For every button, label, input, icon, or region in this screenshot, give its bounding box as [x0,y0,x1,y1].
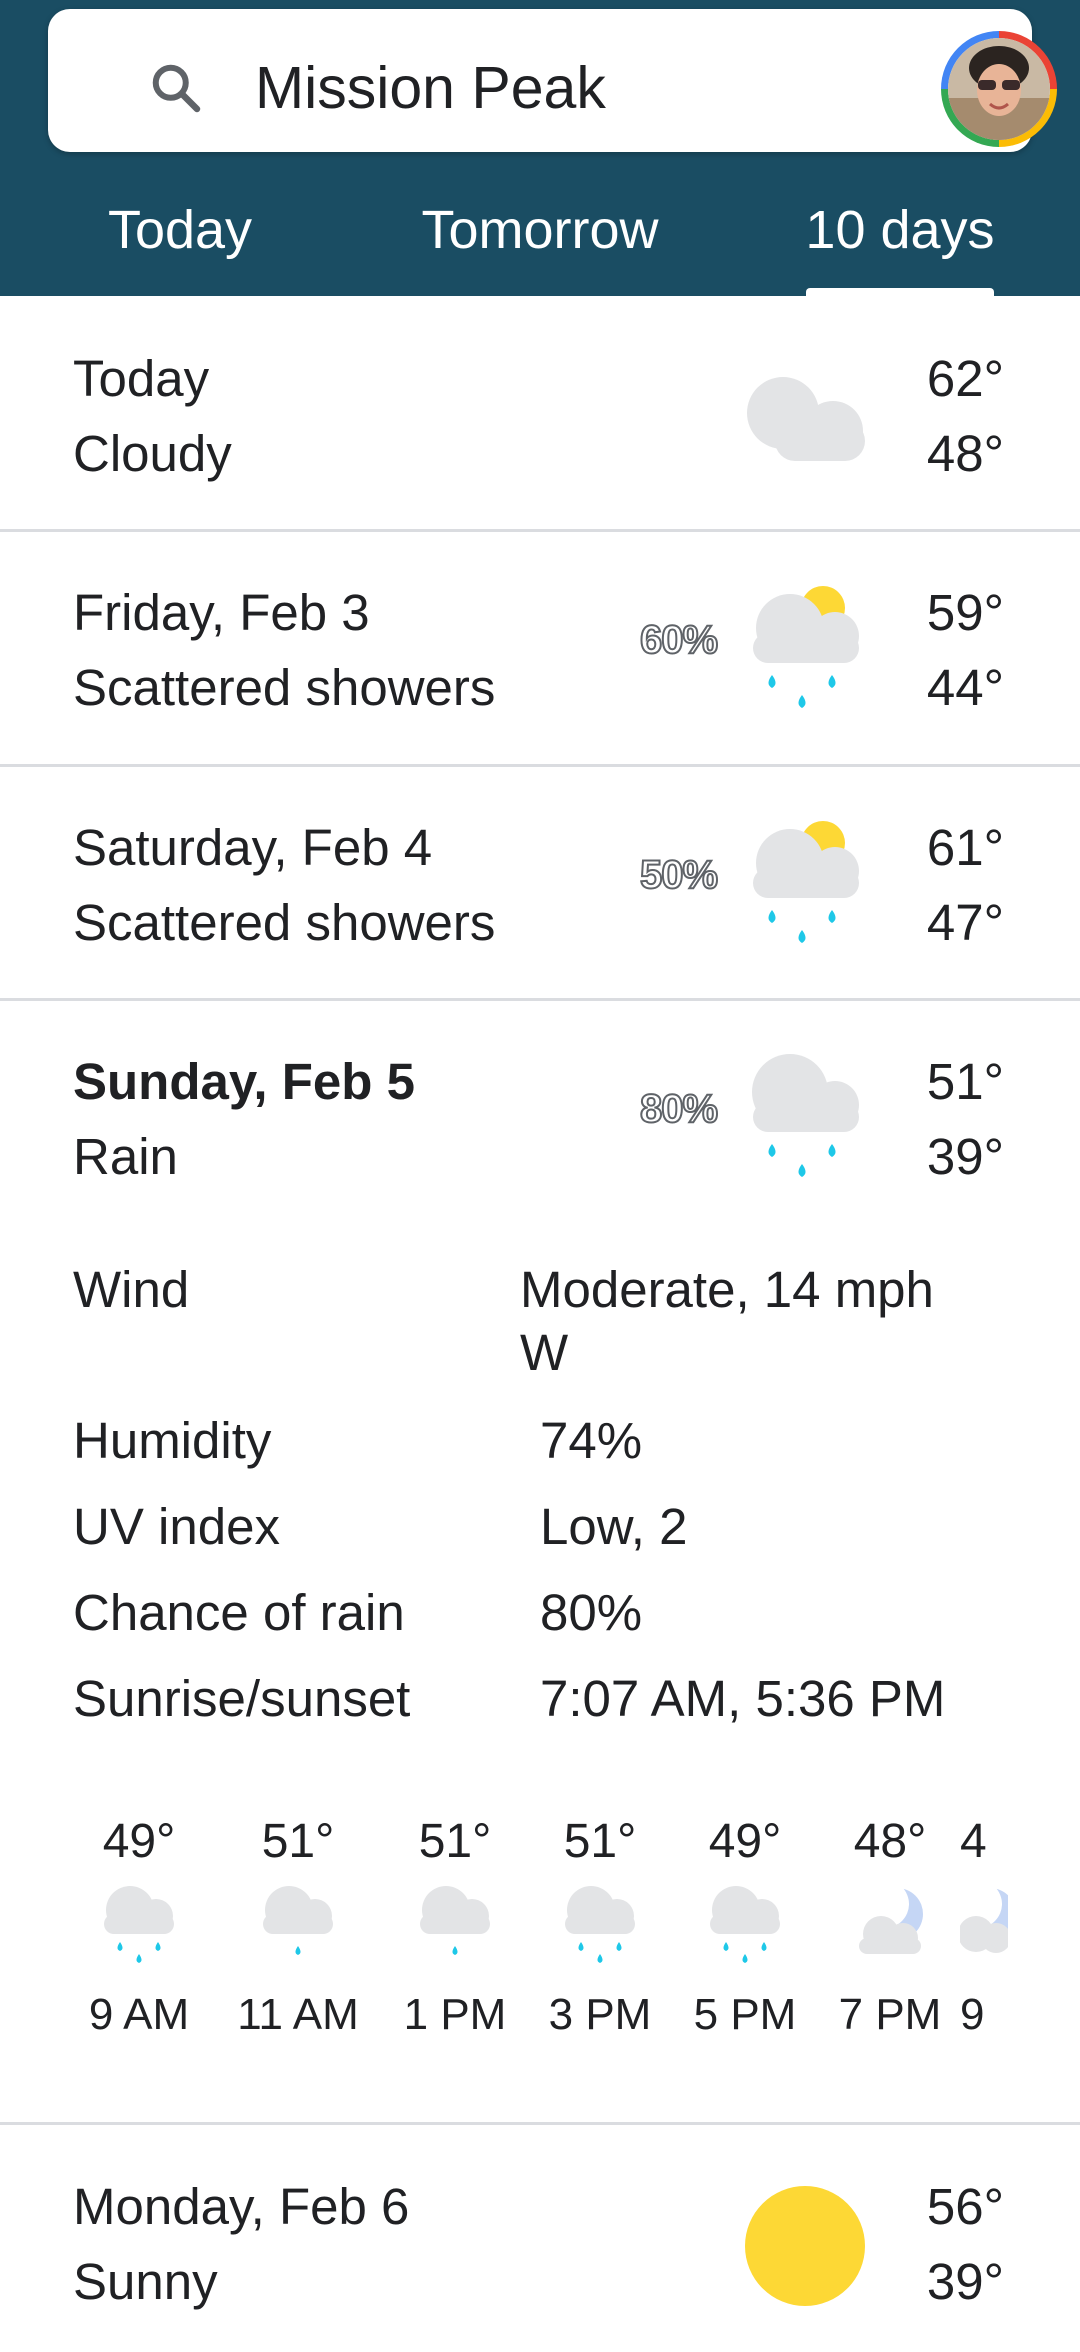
hour-temp: 4 [960,1815,987,1868]
search-input[interactable]: Mission Peak [255,49,606,127]
partly-cloudy-night-icon [859,1880,923,1954]
hour-time: 7 PM [838,1990,942,2039]
rain-icon [104,1886,174,1963]
hour-temp: 48° [853,1815,927,1868]
wind-label: Wind [73,1261,190,1318]
tab-bar: Today Tomorrow 10 days [0,180,1080,296]
humidity-value: 74% [540,1412,643,1469]
partly-cloudy-night-icon [954,1880,1008,1953]
divider [0,2122,1080,2125]
profile-photo [948,38,1050,140]
divider [0,998,1080,1001]
high-temp: 56° [926,2178,1004,2235]
low-temp: 47° [926,894,1004,951]
hour-item: 49° 9 AM [64,1812,214,2045]
day-condition: Sunny [73,2253,218,2310]
hour-time: 9 [960,1990,985,2039]
low-temp: 44° [926,659,1004,716]
day-condition: Scattered showers [73,659,496,716]
tab-tomorrow[interactable]: Tomorrow [395,190,685,270]
precip-chance: 50% [639,852,719,898]
scattered-showers-icon [753,586,859,708]
tab-10-days[interactable]: 10 days [790,190,1010,270]
hour-item: 4 9 [954,1812,1008,2045]
hour-item: 51° 1 PM [380,1812,530,2045]
search-bar[interactable]: Mission Peak [48,9,1057,152]
hour-item: 51° 11 AM [223,1812,373,2045]
day-row-friday[interactable]: Friday, Feb 3 Scattered showers 60% 59° … [0,533,1080,765]
hour-temp: 49° [102,1815,176,1868]
day-name: Sunday, Feb 5 [73,1053,415,1110]
hour-time: 1 PM [403,1990,507,2039]
hour-temp: 51° [563,1815,637,1868]
low-temp: 48° [926,425,1004,482]
day-row-saturday[interactable]: Saturday, Feb 4 Scattered showers 50% 61… [0,768,1080,998]
day-name: Friday, Feb 3 [73,584,370,641]
selected-tab-indicator [806,288,994,296]
hour-time: 5 PM [693,1990,797,2039]
divider [0,764,1080,767]
tab-today[interactable]: Today [70,190,290,270]
avatar[interactable] [941,31,1057,147]
hour-temp: 49° [708,1815,782,1868]
day-condition: Rain [73,1128,178,1185]
wind-direction: W [520,1324,569,1381]
hour-temp: 51° [418,1815,492,1868]
hour-temp: 51° [261,1815,335,1868]
cloudy-icon [747,377,865,461]
hour-item: 49° 5 PM [670,1812,820,2045]
sunrise-sunset-value: 7:07 AM, 5:36 PM [540,1670,946,1727]
hour-item: 48° 7 PM [815,1812,965,2045]
humidity-label: Humidity [73,1412,272,1469]
day-row-monday[interactable]: Monday, Feb 6 Sunny 56° 39° [0,2126,1080,2352]
app-header: Mission Peak Today Tomorrow 10 days [0,0,1080,296]
scattered-showers-icon [753,821,859,943]
sunrise-sunset-label: Sunrise/sunset [73,1670,411,1727]
precip-chance: 60% [639,617,719,663]
low-temp: 39° [926,1128,1004,1185]
hour-time: 11 AM [237,1990,359,2039]
light-rain-icon [420,1886,490,1955]
wind-value: Moderate, 14 mph [520,1261,934,1318]
rain-icon [710,1886,780,1963]
chance-of-rain-label: Chance of rain [73,1584,405,1641]
high-temp: 62° [926,350,1004,407]
high-temp: 59° [926,584,1004,641]
chance-of-rain-value: 80% [540,1584,643,1641]
sunny-icon [745,2186,865,2306]
hourly-forecast-strip[interactable]: 49° 9 AM 51° 11 AM 51° 1 PM 51° 3 PM 49°… [0,1790,1008,2080]
rain-icon [565,1886,635,1963]
day-condition: Cloudy [73,425,232,482]
search-icon[interactable] [147,59,207,119]
precip-chance: 80% [639,1086,719,1132]
day-name: Saturday, Feb 4 [73,819,433,876]
day-name: Today [73,350,210,407]
day-name: Monday, Feb 6 [73,2178,410,2235]
divider [0,529,1080,532]
hour-time: 9 AM [88,1990,190,2039]
high-temp: 61° [926,819,1004,876]
rain-icon [752,1054,859,1177]
uv-label: UV index [73,1498,280,1555]
day-condition: Scattered showers [73,894,496,951]
uv-value: Low, 2 [540,1498,688,1555]
high-temp: 51° [926,1053,1004,1110]
low-temp: 39° [926,2253,1004,2310]
hour-time: 3 PM [548,1990,652,2039]
light-rain-icon [263,1886,333,1955]
day-row-today[interactable]: Today Cloudy 62° 48° [0,300,1080,530]
hour-item: 51° 3 PM [525,1812,675,2045]
